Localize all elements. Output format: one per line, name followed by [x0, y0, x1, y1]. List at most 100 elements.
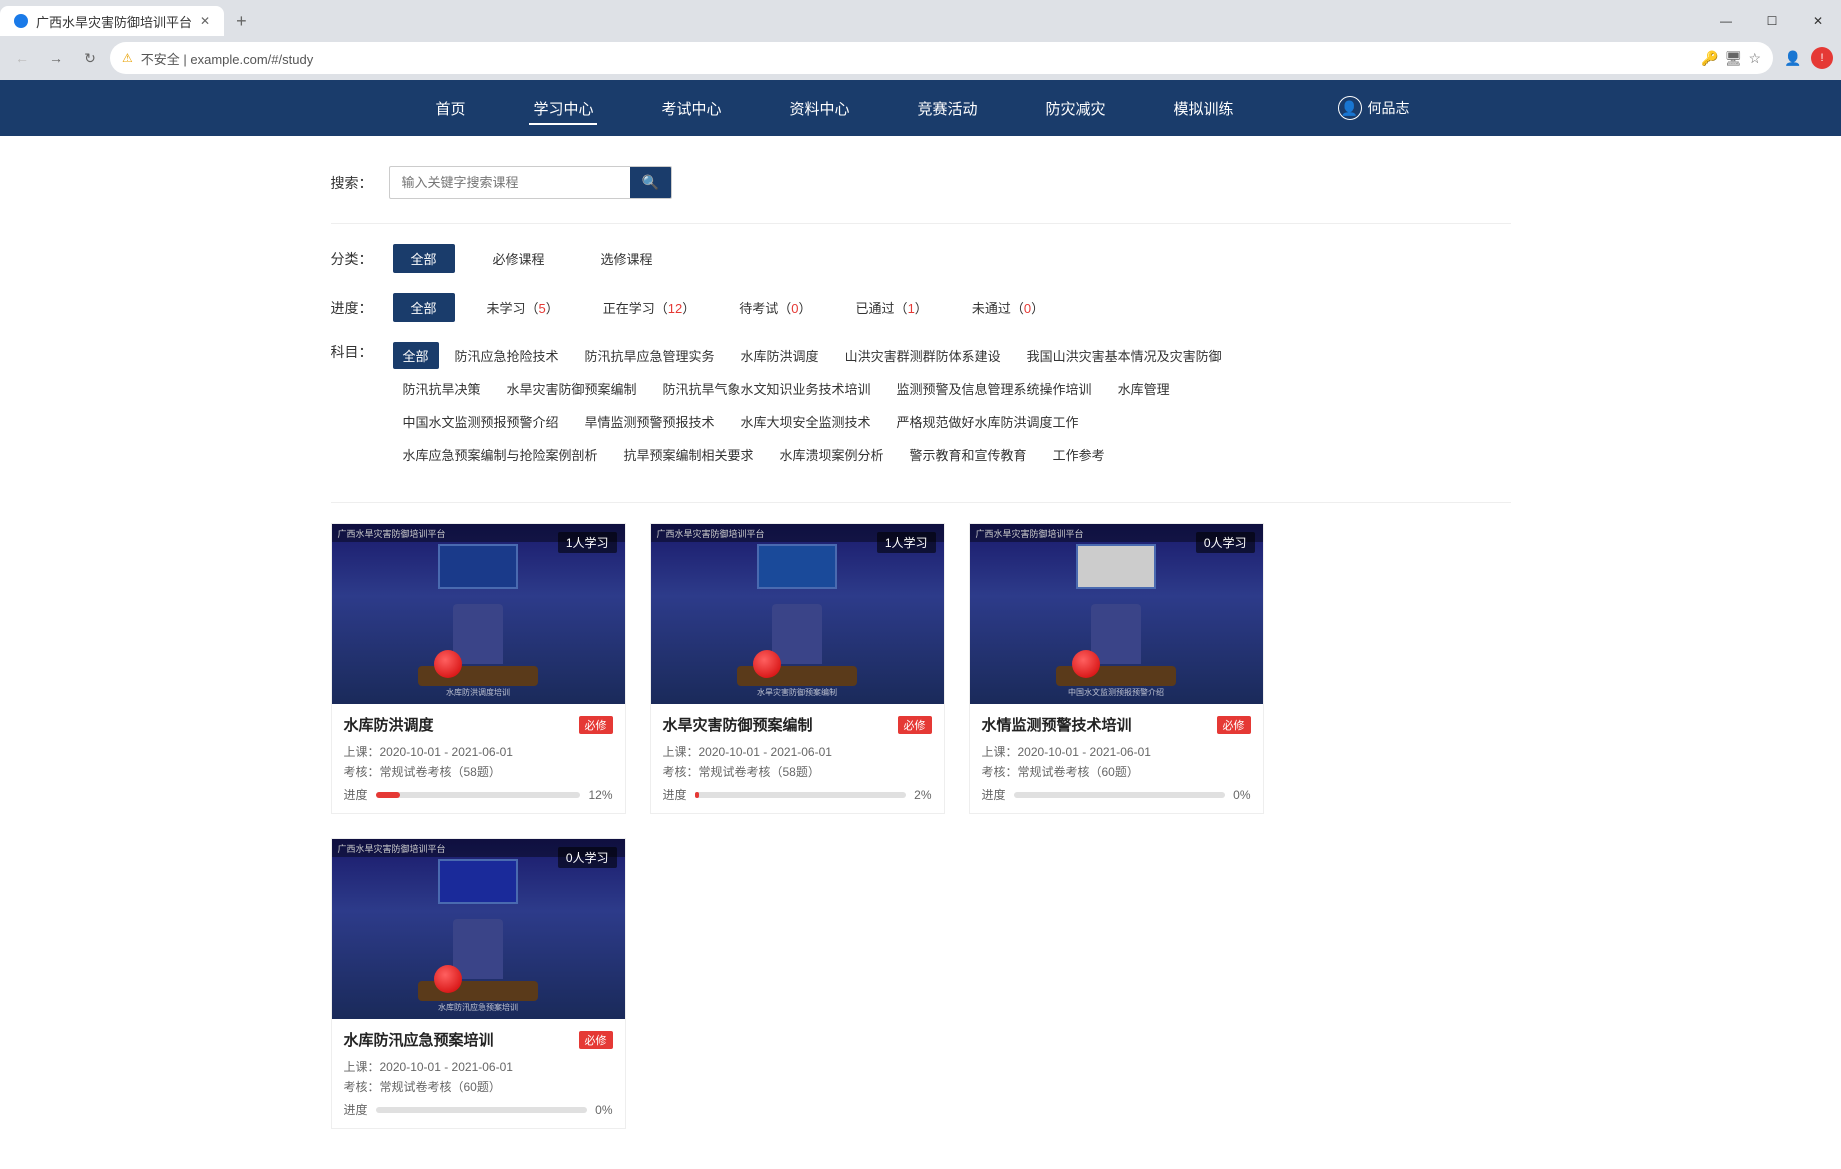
- card-body-3: 水库防汛应急预案培训 必修 上课：2020-10-01 - 2021-06-01…: [332, 1019, 625, 1128]
- search-row: 搜索： 🔍: [331, 166, 1511, 199]
- card-date-0: 上课：2020-10-01 - 2021-06-01: [344, 743, 613, 760]
- card-progress-pct-1: 2%: [914, 788, 931, 802]
- subject-item-14[interactable]: 严格规范做好水库防洪调度工作: [887, 408, 1089, 435]
- subject-item-16[interactable]: 抗旱预案编制相关要求: [614, 441, 764, 468]
- extension-icon[interactable]: !: [1811, 47, 1833, 69]
- profile-icon[interactable]: 👤: [1779, 44, 1807, 72]
- subject-filter-section: 科目： 全部 防汛应急抢险技术 防汛抗旱应急管理实务 水库防洪调度 山洪灾害群测…: [331, 342, 1511, 474]
- new-tab-button[interactable]: +: [224, 11, 259, 32]
- search-label: 搜索：: [331, 173, 373, 193]
- user-avatar-icon: 👤: [1338, 96, 1362, 120]
- search-input-wrap: 🔍: [389, 166, 672, 199]
- forward-button[interactable]: →: [42, 44, 70, 72]
- category-btn-all[interactable]: 全部: [393, 244, 455, 273]
- subject-item-12[interactable]: 旱情监测预警预报技术: [575, 408, 725, 435]
- nav-item-disaster[interactable]: 防灾减灾: [1042, 92, 1110, 125]
- category-btn-required[interactable]: 必修课程: [475, 244, 563, 273]
- minimize-button[interactable]: —: [1703, 6, 1749, 36]
- tab-title: 广西水旱灾害防御培训平台: [36, 12, 192, 31]
- nav-item-home[interactable]: 首页: [431, 92, 469, 125]
- card-badge-2: 必修: [1217, 716, 1251, 734]
- site-nav: 首页 学习中心 考试中心 资料中心 竞赛活动 防灾减灾 模拟训练 👤 何品志: [0, 80, 1841, 136]
- card-progress-pct-3: 0%: [595, 1103, 612, 1117]
- nav-item-resources[interactable]: 资料中心: [785, 92, 853, 125]
- subject-item-2[interactable]: 防汛抗旱应急管理实务: [575, 342, 725, 369]
- course-card-1[interactable]: 水旱灾害防御预案编制 广西水旱灾害防御培训平台 1人学习 水旱灾害防御预案编制 …: [650, 523, 945, 814]
- course-card-0[interactable]: 水库防洪调度培训 广西水旱灾害防御培训平台 1人学习 水库防洪调度 必修 上课：…: [331, 523, 626, 814]
- category-label: 分类：: [331, 249, 373, 269]
- search-icon: 🔍: [642, 174, 659, 190]
- reload-button[interactable]: ↻: [76, 44, 104, 72]
- card-learners-1: 1人学习: [877, 532, 936, 553]
- active-tab[interactable]: 广西水旱灾害防御培训平台 ✕: [0, 6, 224, 36]
- card-thumb-3: 水库防汛应急预案培训 广西水旱灾害防御培训平台 0人学习: [332, 839, 625, 1019]
- subject-item-all[interactable]: 全部: [393, 342, 439, 369]
- progress-btn-passed[interactable]: 已通过（1）: [844, 293, 940, 322]
- progress-btn-pending-exam[interactable]: 待考试（0）: [727, 293, 823, 322]
- subject-item-18[interactable]: 警示教育和宣传教育: [900, 441, 1037, 468]
- maximize-button[interactable]: ☐: [1749, 6, 1795, 36]
- subject-row-3: 中国水文监测预报预警介绍 旱情监测预警预报技术 水库大坝安全监测技术 严格规范做…: [393, 408, 1511, 435]
- subject-item-19[interactable]: 工作参考: [1043, 441, 1115, 468]
- key-icon: 🔑: [1701, 50, 1718, 67]
- card-title-0: 水库防洪调度: [344, 714, 434, 735]
- card-date-1: 上课：2020-10-01 - 2021-06-01: [663, 743, 932, 760]
- progress-btn-all[interactable]: 全部: [393, 293, 455, 322]
- search-button[interactable]: 🔍: [630, 167, 671, 198]
- subject-item-10[interactable]: 水库管理: [1108, 375, 1180, 402]
- address-bar: ← → ↻ ⚠ 不安全 | example.com/#/study 🔑 🖥 ☆ …: [0, 36, 1841, 80]
- course-card-3[interactable]: 水库防汛应急预案培训 广西水旱灾害防御培训平台 0人学习 水库防汛应急预案培训 …: [331, 838, 626, 1129]
- card-title-2: 水情监测预警技术培训: [982, 714, 1132, 735]
- card-badge-1: 必修: [898, 716, 932, 734]
- card-progress-3: 进度 0%: [344, 1101, 613, 1118]
- card-progress-1: 进度 2%: [663, 786, 932, 803]
- progress-btn-not-started[interactable]: 未学习（5）: [475, 293, 571, 322]
- nav-item-study[interactable]: 学习中心: [529, 92, 597, 125]
- category-btn-elective[interactable]: 选修课程: [583, 244, 671, 273]
- subject-item-4[interactable]: 山洪灾害群测群防体系建设: [835, 342, 1011, 369]
- subject-item-8[interactable]: 防汛抗旱气象水文知识业务技术培训: [653, 375, 881, 402]
- window-controls: — ☐ ✕: [1703, 6, 1841, 36]
- subject-items: 全部 防汛应急抢险技术 防汛抗旱应急管理实务 水库防洪调度 山洪灾害群测群防体系…: [393, 342, 1511, 474]
- card-title-3: 水库防汛应急预案培训: [344, 1029, 494, 1050]
- course-card-2[interactable]: 中国水文监测预报预警介绍 广西水旱灾害防御培训平台 0人学习 水情监测预警技术培…: [969, 523, 1264, 814]
- card-body-1: 水旱灾害防御预案编制 必修 上课：2020-10-01 - 2021-06-01…: [651, 704, 944, 813]
- tab-favicon: [14, 14, 28, 28]
- progress-btn-learning[interactable]: 正在学习（12）: [591, 293, 708, 322]
- back-button[interactable]: ←: [8, 44, 36, 72]
- card-title-1: 水旱灾害防御预案编制: [663, 714, 813, 735]
- card-progress-0: 进度 12%: [344, 786, 613, 803]
- url-text: 不安全 | example.com/#/study: [141, 49, 313, 68]
- card-exam-3: 考核：常规试卷考核（60题）: [344, 1078, 613, 1095]
- divider-search: [331, 223, 1511, 224]
- nav-item-exam[interactable]: 考试中心: [657, 92, 725, 125]
- cast-icon: 🖥: [1725, 50, 1743, 67]
- subject-item-11[interactable]: 中国水文监测预报预警介绍: [393, 408, 569, 435]
- card-thumb-2: 中国水文监测预报预警介绍 广西水旱灾害防御培训平台 0人学习: [970, 524, 1263, 704]
- subject-item-5[interactable]: 我国山洪灾害基本情况及灾害防御: [1017, 342, 1232, 369]
- search-input[interactable]: [390, 169, 630, 196]
- subject-item-1[interactable]: 防汛应急抢险技术: [445, 342, 569, 369]
- close-button[interactable]: ✕: [1795, 6, 1841, 36]
- nav-item-competition[interactable]: 竞赛活动: [914, 92, 982, 125]
- card-progress-pct-2: 0%: [1233, 788, 1250, 802]
- browser-chrome: 广西水旱灾害防御培训平台 ✕ + — ☐ ✕ ← → ↻ ⚠ 不安全 | exa…: [0, 0, 1841, 80]
- subject-item-15[interactable]: 水库应急预案编制与抢险案例剖析: [393, 441, 608, 468]
- subject-item-6[interactable]: 防汛抗旱决策: [393, 375, 491, 402]
- subject-item-3[interactable]: 水库防洪调度: [731, 342, 829, 369]
- user-name: 何品志: [1368, 98, 1410, 118]
- subject-item-13[interactable]: 水库大坝安全监测技术: [731, 408, 881, 435]
- nav-user[interactable]: 👤 何品志: [1338, 96, 1410, 120]
- star-icon[interactable]: ☆: [1748, 50, 1761, 67]
- nav-item-simulation[interactable]: 模拟训练: [1170, 92, 1238, 125]
- card-badge-3: 必修: [579, 1031, 613, 1049]
- progress-btn-failed[interactable]: 未通过（0）: [960, 293, 1056, 322]
- subject-item-17[interactable]: 水库溃坝案例分析: [770, 441, 894, 468]
- subject-row-4: 水库应急预案编制与抢险案例剖析 抗旱预案编制相关要求 水库溃坝案例分析 警示教育…: [393, 441, 1511, 468]
- subject-item-7[interactable]: 水旱灾害防御预案编制: [497, 375, 647, 402]
- subject-label: 科目：: [331, 342, 373, 362]
- card-progress-2: 进度 0%: [982, 786, 1251, 803]
- tab-close-button[interactable]: ✕: [200, 14, 210, 28]
- subject-item-9[interactable]: 监测预警及信息管理系统操作培训: [887, 375, 1102, 402]
- url-bar[interactable]: ⚠ 不安全 | example.com/#/study 🔑 🖥 ☆: [110, 42, 1773, 74]
